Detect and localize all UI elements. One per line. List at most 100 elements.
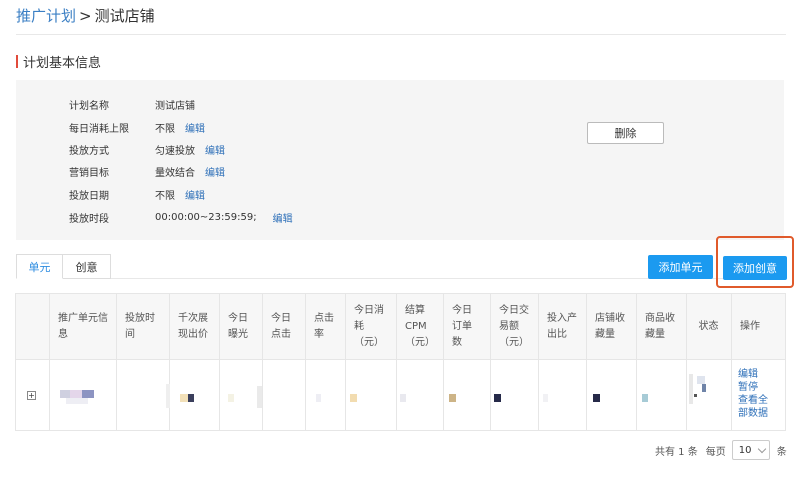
section-title: 计划基本信息 (16, 52, 101, 71)
column-header-label: 今日 订单 数 (452, 305, 472, 348)
info-value: 测试店铺 (155, 100, 195, 112)
units-table: 推广单元信 息投放时 间千次展 现出价 今日 曝光 今日 点击 点击 率今日消 耗 （… (15, 293, 786, 431)
edit-time-slot-link[interactable]: 编辑 (273, 210, 293, 225)
tab-creatives[interactable]: 创意 (63, 254, 111, 279)
column-header: 今日消 耗 （元） (345, 294, 396, 360)
tab-units[interactable]: 单元 (16, 254, 63, 279)
section-title-bar (16, 55, 18, 68)
column-header-label: 结算 CPM （元） (405, 305, 435, 348)
redacted-cell (66, 398, 88, 404)
breadcrumb-plan-link[interactable]: 推广计划 (16, 5, 76, 26)
redacted-cell (689, 374, 693, 404)
column-header: 投入产 出比 (538, 294, 586, 360)
info-label: 投放方式 (69, 145, 109, 157)
info-value: 不限 (155, 190, 175, 202)
redacted-cell (228, 394, 234, 402)
view-all-data-link[interactable]: 查看全 (738, 394, 768, 407)
info-value: 匀速投放 (155, 145, 195, 157)
info-row-daily-limit: 每日消耗上限 不限 编辑 (69, 120, 205, 135)
breadcrumb-current: 测试店铺 (94, 7, 155, 25)
add-unit-button[interactable]: 添加单元 (648, 255, 713, 279)
info-row-delivery-date: 投放日期 不限 编辑 (69, 187, 205, 202)
delete-button[interactable]: 删除 (587, 122, 664, 144)
redacted-cell (543, 394, 548, 402)
highlight-annotation (716, 236, 794, 288)
info-value: 00:00:00~23:59:59; (155, 211, 257, 223)
redacted-cell (400, 394, 406, 402)
redacted-cell (82, 390, 94, 398)
column-header-label: 今日交 易额 （元） (499, 305, 529, 348)
redacted-cell (593, 394, 600, 402)
column-header: 操作 (731, 294, 785, 360)
per-page-unit: 条 (776, 446, 787, 458)
info-label: 每日消耗上限 (69, 123, 129, 135)
redacted-cell (257, 386, 262, 408)
column-header-label: 操作 (740, 321, 760, 332)
pagination: 共有 1 条 每页 10 条 (655, 440, 787, 460)
column-header: 店铺收 藏量 (586, 294, 636, 360)
info-row-marketing-goal: 营销目标 量效结合 编辑 (69, 164, 225, 179)
info-label: 投放日期 (69, 190, 109, 202)
column-header-label: 千次展 现出价 (178, 313, 208, 340)
tab-bar: 单元 创意 (16, 254, 111, 279)
column-header-label: 店铺收 藏量 (595, 313, 625, 340)
expand-row-button[interactable]: + (27, 391, 36, 400)
column-header: 点击 率 (305, 294, 345, 360)
redacted-cell (316, 394, 321, 402)
edit-marketing-goal-link[interactable]: 编辑 (205, 164, 225, 179)
breadcrumb: 推广计划 > 测试店铺 (16, 5, 155, 26)
edit-unit-link[interactable]: 编辑 (738, 368, 768, 381)
redacted-cell (642, 394, 648, 402)
header-divider (16, 34, 786, 35)
section-title-text: 计划基本信息 (23, 56, 102, 71)
redacted-cell (697, 376, 705, 384)
view-all-data-link-cont[interactable]: 部数据 (738, 407, 768, 420)
pause-unit-link[interactable]: 暂停 (738, 381, 768, 394)
redacted-cell (166, 384, 170, 408)
column-header: 今日 曝光 (219, 294, 262, 360)
column-header-label: 状态 (698, 321, 719, 332)
redacted-cell (494, 394, 501, 402)
chevron-down-icon (757, 444, 766, 453)
column-header-label: 商品收 藏量 (645, 313, 675, 340)
edit-daily-limit-link[interactable]: 编辑 (185, 120, 205, 135)
redacted-cell (60, 390, 70, 398)
info-row-delivery-mode: 投放方式 匀速投放 编辑 (69, 142, 225, 157)
column-header: 千次展 现出价 (169, 294, 219, 360)
page-size-select[interactable]: 10 (731, 440, 770, 460)
column-header-label: 投放时 间 (125, 313, 155, 340)
row-operations: 编辑 暂停 查看全 部数据 (738, 368, 768, 420)
column-header: 投放时 间 (116, 294, 169, 360)
info-value: 不限 (155, 123, 175, 135)
redacted-cell (449, 394, 456, 402)
column-header: 状态 (686, 294, 731, 360)
total-count: 共有 1 条 (655, 446, 698, 458)
info-label: 投放时段 (69, 213, 109, 225)
column-header: 结算 CPM （元） (396, 294, 443, 360)
redacted-cell (350, 394, 357, 402)
info-label: 计划名称 (69, 100, 109, 112)
redacted-cell (180, 394, 188, 402)
edit-delivery-date-link[interactable]: 编辑 (185, 187, 205, 202)
page-size-value: 10 (738, 444, 752, 456)
plan-info-panel: 计划名称 测试店铺 每日消耗上限 不限 编辑 投放方式 匀速投放 编辑 营销目标… (16, 80, 784, 240)
info-row-time-slot: 投放时段 00:00:00~23:59:59; 编辑 (69, 210, 293, 225)
info-row-name: 计划名称 测试店铺 (69, 97, 195, 112)
column-header-label: 今日 点击 (271, 313, 291, 340)
column-header-label: 点击 率 (314, 313, 334, 340)
info-value: 量效结合 (155, 167, 195, 179)
redacted-cell (694, 394, 697, 397)
info-label: 营销目标 (69, 167, 109, 179)
redacted-cell (702, 384, 706, 392)
column-header: 今日 订单 数 (443, 294, 490, 360)
redacted-cell (70, 390, 82, 398)
breadcrumb-separator: > (79, 6, 92, 25)
column-header: 今日 点击 (262, 294, 305, 360)
column-header: 推广单元信 息 (49, 294, 116, 360)
column-header: 今日交 易额 （元） (490, 294, 538, 360)
redacted-cell (188, 394, 194, 402)
column-header-label: 今日 曝光 (228, 313, 248, 340)
column-header: 商品收 藏量 (636, 294, 686, 360)
column-header-label: 推广单元信 息 (58, 313, 108, 340)
edit-delivery-mode-link[interactable]: 编辑 (205, 142, 225, 157)
